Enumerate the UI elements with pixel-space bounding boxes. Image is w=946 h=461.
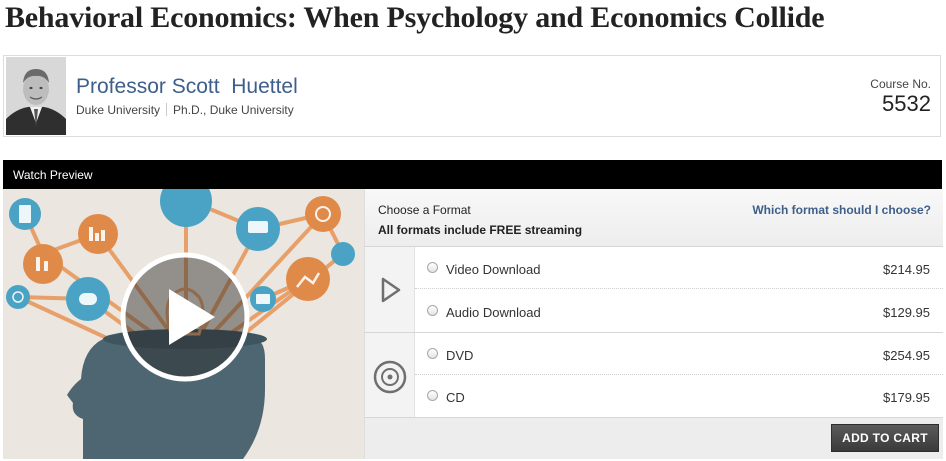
- format-footer: ADD TO CART: [365, 418, 943, 459]
- physical-format-group: DVD $254.95 CD $179.95: [365, 333, 943, 418]
- add-to-cart-button[interactable]: ADD TO CART: [831, 424, 939, 452]
- professor-degree: Ph.D., Duke University: [173, 103, 294, 117]
- format-option-video-download[interactable]: Video Download $214.95: [415, 247, 943, 289]
- meta-divider: [166, 103, 168, 116]
- format-price: $214.95: [883, 262, 930, 277]
- professor-card: Professor Scott Huettel Duke University P…: [3, 55, 941, 137]
- format-option-dvd[interactable]: DVD $254.95: [415, 333, 943, 375]
- radio-cd[interactable]: [427, 390, 438, 401]
- format-title: Choose a Format: [378, 203, 471, 217]
- radio-video-download[interactable]: [427, 262, 438, 273]
- preview-video[interactable]: [3, 189, 364, 459]
- format-chooser: Choose a Format All formats include FREE…: [364, 189, 943, 459]
- professor-photo: [6, 57, 66, 135]
- format-option-audio-download[interactable]: Audio Download $129.95: [415, 290, 943, 332]
- professor-institution: Duke University: [76, 103, 161, 117]
- format-price: $129.95: [883, 305, 930, 320]
- physical-group-icon-cell: [365, 333, 415, 417]
- format-header: Choose a Format All formats include FREE…: [365, 189, 943, 247]
- format-label: CD: [446, 390, 465, 405]
- preview-illustration: [3, 189, 364, 459]
- format-label: Video Download: [446, 262, 541, 277]
- format-price: $179.95: [883, 390, 930, 405]
- play-outline-icon: [381, 277, 401, 303]
- format-price: $254.95: [883, 348, 930, 363]
- watch-preview-bar[interactable]: Watch Preview: [3, 160, 942, 189]
- course-number-label: Course No.: [870, 77, 931, 91]
- professor-name[interactable]: Professor Scott Huettel: [76, 75, 298, 99]
- format-label: Audio Download: [446, 305, 541, 320]
- radio-audio-download[interactable]: [427, 305, 438, 316]
- watch-preview-label: Watch Preview: [13, 168, 93, 182]
- course-title: Behavioral Economics: When Psychology an…: [5, 1, 825, 34]
- digital-group-icon-cell: [365, 247, 415, 332]
- format-option-cd[interactable]: CD $179.95: [415, 375, 943, 417]
- professor-credentials: Duke University Ph.D., Duke University: [76, 103, 294, 117]
- radio-dvd[interactable]: [427, 348, 438, 359]
- format-label: DVD: [446, 348, 474, 363]
- disc-icon: [373, 360, 407, 394]
- course-number: 5532: [882, 91, 931, 116]
- format-help-link[interactable]: Which format should I choose?: [752, 203, 931, 217]
- format-subtitle: All formats include FREE streaming: [378, 223, 583, 237]
- digital-format-group: Video Download $214.95 Audio Download $1…: [365, 247, 943, 333]
